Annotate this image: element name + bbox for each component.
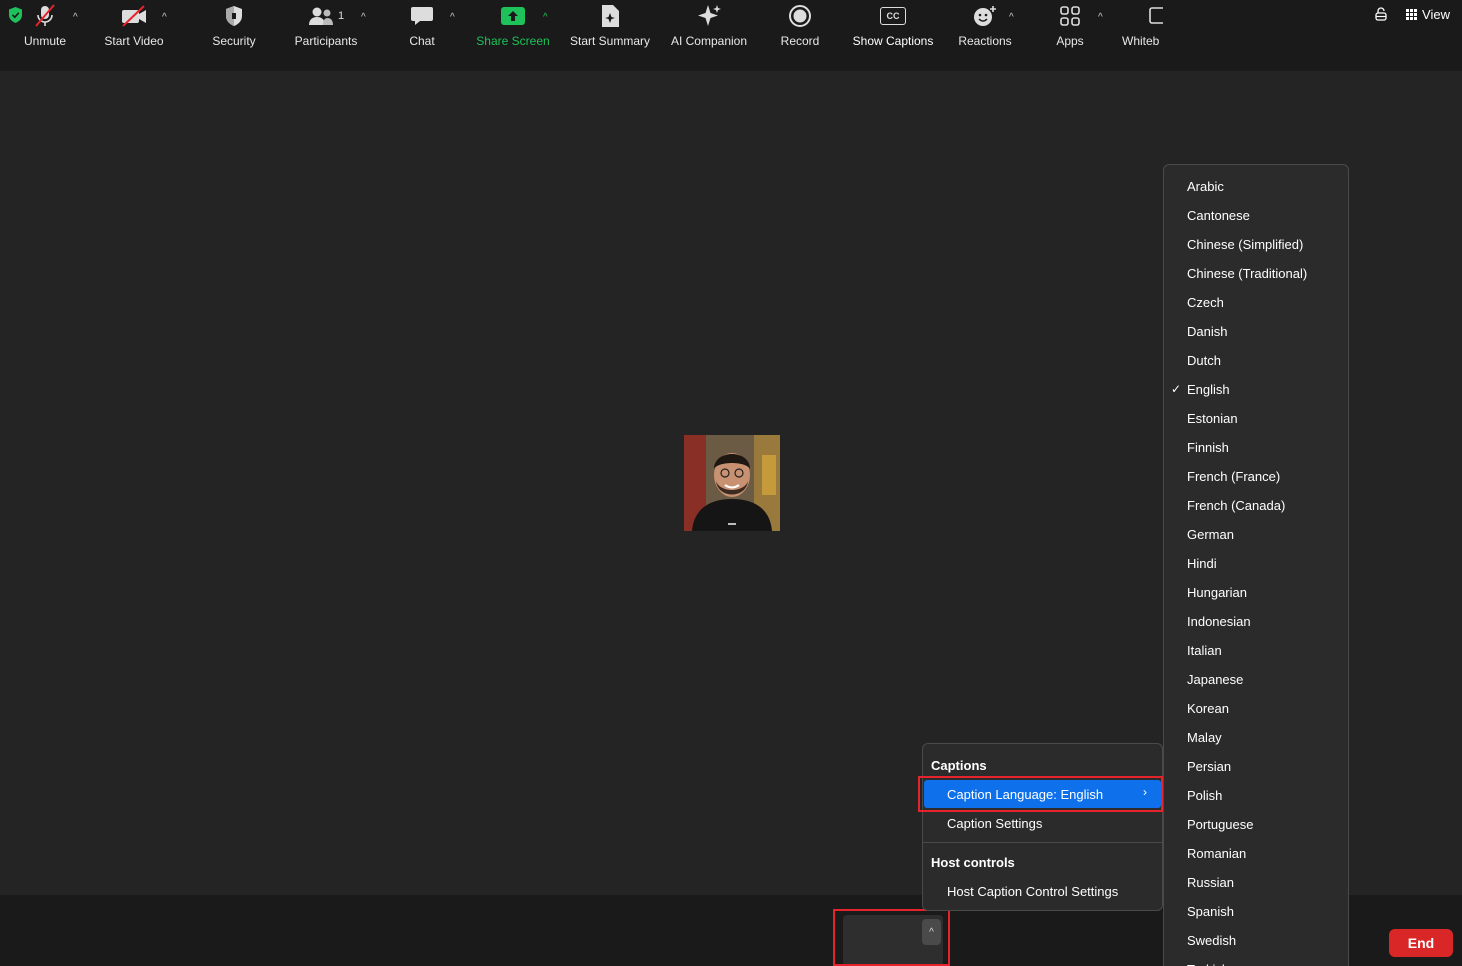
record-label: Record: [780, 34, 820, 48]
language-option-malay[interactable]: Malay: [1187, 730, 1222, 745]
security-shield-icon: [226, 6, 242, 26]
chat-button[interactable]: Chat: [402, 0, 442, 51]
start-summary-label: Start Summary: [569, 34, 650, 48]
apps-label: Apps: [1056, 34, 1084, 48]
ai-companion-button[interactable]: AI Companion: [668, 0, 750, 51]
reactions-label: Reactions: [958, 34, 1012, 48]
language-option-german[interactable]: German: [1187, 527, 1234, 542]
unmute-label: Unmute: [23, 34, 67, 48]
ai-companion-label: AI Companion: [670, 34, 748, 48]
language-option-turkish[interactable]: Turkish: [1187, 962, 1229, 966]
video-off-icon: [122, 5, 146, 27]
language-option-korean[interactable]: Korean: [1187, 701, 1229, 716]
language-option-hindi[interactable]: Hindi: [1187, 556, 1217, 571]
menu-divider: [923, 842, 1162, 843]
record-button[interactable]: Record: [776, 0, 824, 51]
selected-checkmark-icon: ✓: [1171, 382, 1182, 396]
summary-document-icon: [602, 5, 619, 27]
captions-options-chevron-icon[interactable]: ^: [922, 919, 941, 945]
language-option-italian[interactable]: Italian: [1187, 643, 1222, 658]
language-option-cantonese[interactable]: Cantonese: [1187, 208, 1250, 223]
muted-microphone-icon: [35, 4, 55, 27]
share-options-chevron-icon[interactable]: ^: [543, 12, 548, 23]
record-icon: [789, 5, 811, 27]
chat-options-chevron-icon[interactable]: ^: [450, 12, 455, 23]
language-option-english[interactable]: English: [1187, 382, 1230, 397]
language-option-chinese-simplified[interactable]: Chinese (Simplified): [1187, 237, 1303, 252]
audio-options-chevron-icon[interactable]: ^: [73, 12, 78, 23]
language-option-indonesian[interactable]: Indonesian: [1187, 614, 1251, 629]
language-option-spanish[interactable]: Spanish: [1187, 904, 1234, 919]
host-controls-header: Host controls: [931, 855, 1015, 870]
view-button[interactable]: View: [1406, 7, 1450, 22]
participants-label: Participants: [294, 34, 358, 48]
view-label: View: [1422, 6, 1450, 22]
whiteboards-button[interactable]: Whiteb: [1122, 0, 1163, 51]
language-option-chinese-traditional[interactable]: Chinese (Traditional): [1187, 266, 1307, 281]
language-option-estonian[interactable]: Estonian: [1187, 411, 1238, 426]
apps-options-chevron-icon[interactable]: ^: [1098, 12, 1103, 23]
share-screen-button[interactable]: Share Screen: [473, 0, 553, 51]
participants-button[interactable]: 1 Participants: [290, 0, 362, 51]
participants-count: 1: [337, 10, 345, 22]
ai-sparkle-icon: [698, 5, 721, 26]
reactions-options-chevron-icon[interactable]: ^: [1009, 12, 1014, 23]
host-caption-control-settings-menu-item[interactable]: Host Caption Control Settings: [947, 884, 1118, 899]
caption-language-menu-item[interactable]: Caption Language: English ›: [924, 780, 1161, 808]
end-meeting-button[interactable]: End: [1389, 929, 1453, 957]
language-option-czech[interactable]: Czech: [1187, 295, 1224, 310]
reactions-smiley-icon: [974, 6, 996, 26]
security-button[interactable]: Security: [206, 0, 262, 51]
language-option-french-canada[interactable]: French (Canada): [1187, 498, 1285, 513]
language-option-finnish[interactable]: Finnish: [1187, 440, 1229, 455]
reactions-button[interactable]: Reactions: [955, 0, 1015, 51]
language-option-polish[interactable]: Polish: [1187, 788, 1222, 803]
whiteboard-icon: [1149, 7, 1163, 24]
participants-options-chevron-icon[interactable]: ^: [361, 12, 366, 23]
whiteboards-label: Whiteb: [1122, 34, 1160, 48]
start-video-label: Start Video: [104, 34, 164, 48]
video-options-chevron-icon[interactable]: ^: [162, 12, 167, 23]
start-video-button[interactable]: Start Video: [98, 0, 170, 51]
language-option-danish[interactable]: Danish: [1187, 324, 1227, 339]
participants-icon: [308, 7, 333, 25]
immersive-view-icon[interactable]: [1374, 6, 1388, 22]
language-option-swedish[interactable]: Swedish: [1187, 933, 1236, 948]
language-option-persian[interactable]: Persian: [1187, 759, 1231, 774]
captions-menu-header: Captions: [931, 758, 987, 773]
language-option-dutch[interactable]: Dutch: [1187, 353, 1221, 368]
share-screen-icon: [501, 7, 525, 25]
participant-avatar[interactable]: [684, 435, 780, 531]
grid-icon: [1406, 8, 1418, 20]
show-captions-label: Show Captions: [852, 34, 934, 48]
chat-bubble-icon: [411, 7, 433, 25]
captions-menu: Captions Caption Language: English › Cap…: [922, 743, 1163, 911]
language-option-portuguese[interactable]: Portuguese: [1187, 817, 1254, 832]
language-option-romanian[interactable]: Romanian: [1187, 846, 1246, 861]
language-option-french-france[interactable]: French (France): [1187, 469, 1280, 484]
language-option-hungarian[interactable]: Hungarian: [1187, 585, 1247, 600]
language-option-japanese[interactable]: Japanese: [1187, 672, 1243, 687]
chat-label: Chat: [409, 34, 435, 48]
apps-button[interactable]: Apps: [1050, 0, 1090, 51]
closed-captions-icon: CC: [880, 7, 906, 25]
security-label: Security: [212, 34, 256, 48]
unmute-button[interactable]: Unmute: [16, 0, 74, 51]
show-captions-button[interactable]: CC Show Captions: [848, 0, 938, 51]
apps-icon: [1060, 6, 1080, 26]
chevron-right-icon: ›: [1143, 785, 1147, 799]
language-option-russian[interactable]: Russian: [1187, 875, 1234, 890]
caption-language-submenu: Arabic Cantonese Chinese (Simplified) Chine…: [1163, 164, 1349, 966]
caption-settings-menu-item[interactable]: Caption Settings: [947, 816, 1042, 831]
start-summary-button[interactable]: Start Summary: [566, 0, 654, 51]
language-option-arabic[interactable]: Arabic: [1187, 179, 1224, 194]
share-screen-label: Share Screen: [476, 34, 550, 48]
caption-language-label: Caption Language: English: [947, 786, 1104, 802]
